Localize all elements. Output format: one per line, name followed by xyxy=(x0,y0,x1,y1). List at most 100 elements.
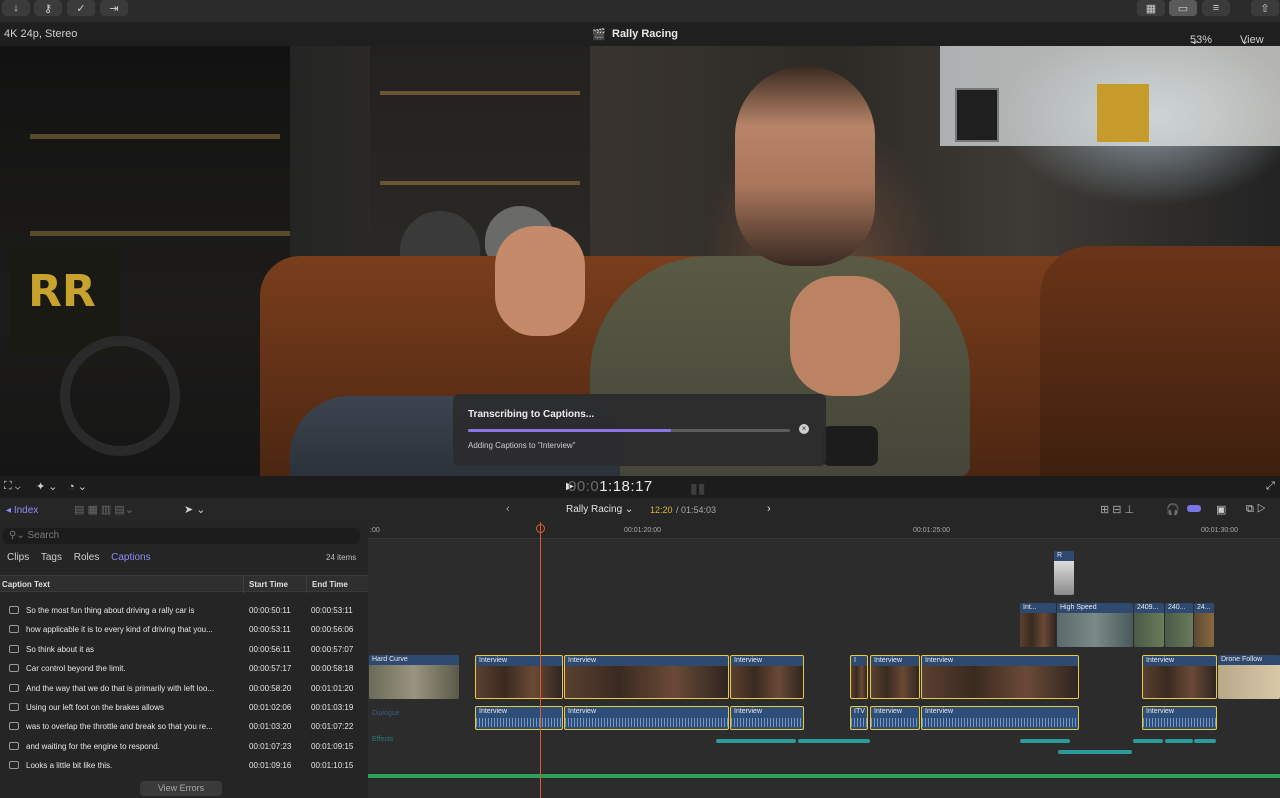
primary-clip[interactable]: Drone Follow xyxy=(1218,655,1280,699)
caption-row[interactable]: Using our left foot on the brakes allows… xyxy=(0,698,368,717)
forward-arrow-icon[interactable]: › xyxy=(767,503,771,515)
audio-clip[interactable]: Interview xyxy=(730,706,804,730)
magic-wand-icon[interactable]: ✦ ⌄ xyxy=(36,480,58,493)
audio-waveform xyxy=(1143,718,1216,727)
playhead-handle[interactable] xyxy=(536,524,545,533)
speed-icon[interactable]: ◔ ⌄ xyxy=(68,480,87,493)
caption-end: 00:01:10:15 xyxy=(311,761,354,770)
primary-clip[interactable]: Interview xyxy=(730,655,804,699)
audio-clip[interactable]: Interview xyxy=(475,706,563,730)
inspector-toggle-button[interactable]: ≡ xyxy=(1202,0,1230,16)
clip-thumbnail xyxy=(1165,613,1193,647)
background-tasks-button[interactable]: ✓ xyxy=(67,0,95,16)
clip-appearance-icon[interactable]: ▤ ▦ ▥ ▤⌄ xyxy=(74,503,134,516)
primary-clip[interactable]: I xyxy=(850,655,868,699)
search-placeholder: Search xyxy=(27,530,60,541)
column-caption-text[interactable]: Caption Text xyxy=(2,580,50,589)
snapping-icon[interactable]: ▣ xyxy=(1216,503,1226,516)
effect-clip[interactable] xyxy=(1058,750,1132,754)
caption-row[interactable]: was to overlap the throttle and break so… xyxy=(0,717,368,736)
view-errors-button[interactable]: View Errors xyxy=(140,781,222,796)
caption-row[interactable]: Looks a little bit like this. 00:01:09:16… xyxy=(0,756,368,775)
effect-clip[interactable] xyxy=(1165,739,1193,743)
tab-roles[interactable]: Roles xyxy=(74,552,100,563)
caption-row[interactable]: and waiting for the engine to respond. 00… xyxy=(0,737,368,756)
framed-poster xyxy=(1097,84,1149,142)
caption-text: So think about it as xyxy=(26,645,95,654)
effect-clip[interactable] xyxy=(1133,739,1163,743)
primary-clip[interactable]: Interview xyxy=(564,655,729,699)
import-button[interactable]: ↓ xyxy=(2,0,30,16)
rr-logo-letters: RR xyxy=(28,266,96,317)
caption-start: 00:00:50:11 xyxy=(249,606,291,615)
connected-clip[interactable]: Int... xyxy=(1020,603,1056,647)
clip-thumbnail xyxy=(1020,613,1056,647)
browser-toggle-button[interactable]: ▦ xyxy=(1137,0,1165,16)
edit-tools-icon[interactable]: ⊞ ⊟ ⊥ xyxy=(1100,503,1134,516)
connected-clip[interactable]: 2409... xyxy=(1134,603,1164,647)
music-storyline[interactable] xyxy=(368,774,1280,778)
audio-clip[interactable]: Interview xyxy=(564,706,729,730)
caption-icon xyxy=(9,684,19,692)
effect-clip[interactable] xyxy=(798,739,870,743)
primary-clip[interactable]: Interview xyxy=(921,655,1079,699)
column-start-time[interactable]: Start Time xyxy=(249,580,288,589)
connected-clip[interactable]: High Speed xyxy=(1057,603,1133,647)
ruler-tick: :00 xyxy=(370,527,380,534)
cancel-icon[interactable]: × xyxy=(799,424,809,434)
connected-clip[interactable]: 240... xyxy=(1165,603,1193,647)
clip-thumbnail xyxy=(1218,665,1280,699)
caption-row[interactable]: So think about it as 00:00:56:11 00:00:57:… xyxy=(0,640,368,659)
effect-clip[interactable] xyxy=(716,739,796,743)
index-tabs: Clips Tags Roles Captions xyxy=(7,552,160,563)
clip-label: High Speed xyxy=(1060,604,1097,611)
caption-row[interactable]: Car control beyond the limit. 00:00:57:17… xyxy=(0,659,368,678)
tab-clips[interactable]: Clips xyxy=(7,552,29,563)
tab-tags[interactable]: Tags xyxy=(41,552,62,563)
clip-label: Interview xyxy=(568,657,597,664)
caption-row[interactable]: So the most fun thing about driving a ra… xyxy=(0,601,368,620)
tab-captions[interactable]: Captions xyxy=(111,552,150,563)
share-button[interactable]: ⇥ xyxy=(100,0,128,16)
timeline-toggle-button[interactable]: ▭ xyxy=(1169,0,1197,16)
timeline[interactable]: :00 00:01:20:00 00:01:25:00 00:01:30:00 … xyxy=(368,522,1280,798)
primary-clip[interactable]: Interview xyxy=(870,655,920,699)
audio-clip[interactable]: Interview xyxy=(1142,706,1217,730)
headphones-icon[interactable]: 🎧 xyxy=(1166,503,1180,516)
person-right-hand xyxy=(790,276,900,396)
effect-clip[interactable] xyxy=(1020,739,1070,743)
audio-clip[interactable]: Interview xyxy=(870,706,920,730)
caption-row[interactable]: how applicable it is to every kind of dr… xyxy=(0,620,368,639)
back-arrow-icon[interactable]: ‹ xyxy=(506,503,510,515)
playhead[interactable] xyxy=(540,522,541,798)
keywords-button[interactable]: ⚷ xyxy=(34,0,62,16)
caption-row[interactable]: And the way that we do that is primarily… xyxy=(0,679,368,698)
clip-label: Int... xyxy=(1023,604,1037,611)
column-end-time[interactable]: End Time xyxy=(312,580,348,589)
shelf-board xyxy=(30,134,280,139)
primary-clip[interactable]: Interview xyxy=(1142,655,1217,699)
project-menu[interactable]: Rally Racing ⌄ xyxy=(566,504,633,515)
audio-clip[interactable]: ITV xyxy=(850,706,868,730)
format-label: 4K 24p, Stereo xyxy=(4,28,78,40)
effect-clip[interactable] xyxy=(1194,739,1216,743)
primary-clip[interactable]: Interview xyxy=(475,655,563,699)
crop-tool-icon[interactable]: ⛶ ⌄ xyxy=(4,480,21,493)
skimming-toggle[interactable] xyxy=(1187,505,1201,512)
audio-waveform xyxy=(922,718,1078,727)
timeline-ruler[interactable]: :00 00:01:20:00 00:01:25:00 00:01:30:00 xyxy=(368,522,1280,539)
caption-text: was to overlap the throttle and break so… xyxy=(26,722,213,731)
clip-thumbnail xyxy=(369,665,459,699)
share-icon: ⇧ xyxy=(1260,2,1270,15)
video-viewer[interactable]: RR Transcribing to Captions... × Adding … xyxy=(0,46,1280,476)
share-export-button[interactable]: ⇧ xyxy=(1251,0,1279,16)
connected-clip[interactable]: 24... xyxy=(1194,603,1214,647)
select-tool-icon[interactable]: ➤ ⌄ xyxy=(184,503,206,516)
index-button[interactable]: ◂ Index xyxy=(6,505,38,516)
search-input[interactable]: ⚲⌄ Search xyxy=(3,528,360,544)
clip-view-icon[interactable]: ⧉ ▷ xyxy=(1246,503,1266,516)
primary-clip[interactable]: Hard Curve xyxy=(369,655,459,699)
connected-clip[interactable]: R xyxy=(1054,551,1074,595)
fullscreen-icon[interactable]: ⤢ xyxy=(1266,480,1275,493)
audio-clip[interactable]: Interview xyxy=(921,706,1079,730)
